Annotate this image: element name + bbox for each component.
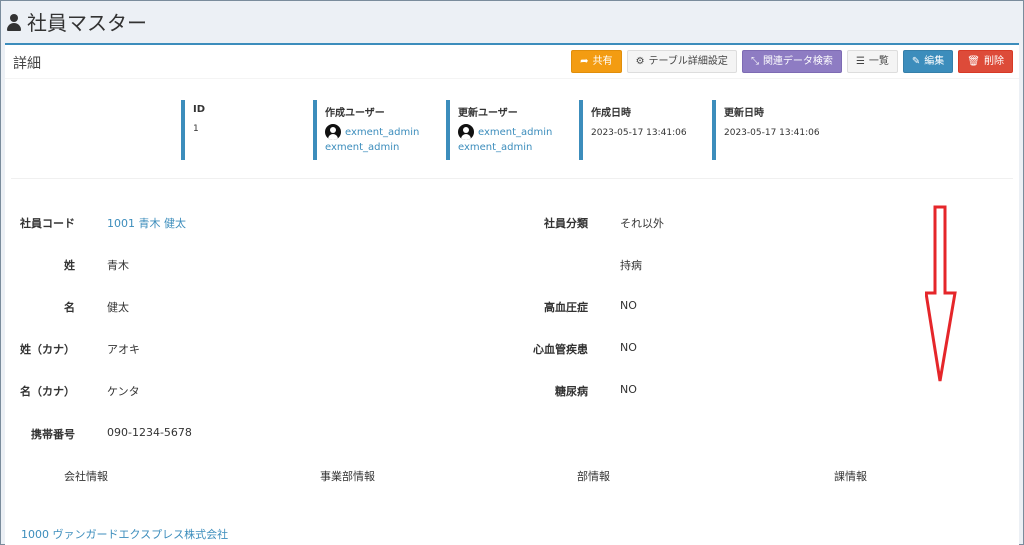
field-value-chronic-disease: 持病 — [620, 259, 642, 272]
company-link[interactable]: 1000 ヴァンガードエクスプレス株式会社 — [21, 526, 228, 542]
avatar-icon — [325, 124, 341, 140]
field-value-employee-code[interactable]: 1001 青木 健太 — [107, 215, 186, 231]
box-title: 詳細 — [13, 56, 41, 72]
field-value-mobile: 090-1234-5678 — [107, 426, 192, 439]
updated-user-sub-link[interactable]: exment_admin — [458, 142, 566, 153]
box-header: 詳細 ➦ 共有 ⚙ テーブル詳細設定 ⤡ 関連データ検索 ☰ 一覧 ✎ 編集 🗑… — [5, 45, 1019, 79]
created-user-link[interactable]: exment_admin — [345, 127, 419, 138]
field-label-employee-category: 社員分類 — [544, 217, 588, 230]
edit-button[interactable]: ✎ 編集 — [902, 50, 954, 73]
field-value-last-name-kana: アオキ — [107, 343, 140, 356]
share-icon: ➦ — [580, 55, 589, 67]
created-user-sub-link[interactable]: exment_admin — [325, 142, 433, 153]
share-button-label: 共有 — [592, 56, 613, 67]
list-icon: ☰ — [855, 55, 865, 67]
meta-id: ID 1 — [181, 100, 301, 160]
field-label-first-name: 名 — [64, 301, 75, 314]
meta-updated-user: 更新ユーザー exment_admin exment_admin — [446, 100, 566, 160]
delete-button[interactable]: 🗑 削除 — [958, 50, 1013, 73]
field-label-employee-code: 社員コード — [20, 217, 75, 230]
delete-button-label: 削除 — [984, 56, 1004, 67]
toolbar: ➦ 共有 ⚙ テーブル詳細設定 ⤡ 関連データ検索 ☰ 一覧 ✎ 編集 🗑 削除 — [571, 50, 1013, 73]
tab-division-info[interactable]: 事業部情報 — [320, 468, 375, 484]
page-title: 社員マスター — [7, 7, 147, 36]
related-search-button-label: 関連データ検索 — [762, 56, 833, 67]
field-value-first-name: 健太 — [107, 301, 129, 314]
list-button[interactable]: ☰ 一覧 — [846, 50, 898, 73]
tab-department-info[interactable]: 部情報 — [577, 468, 610, 484]
table-settings-button-label: テーブル詳細設定 — [648, 56, 728, 67]
related-search-button[interactable]: ⤡ 関連データ検索 — [741, 50, 842, 73]
page-header: 社員マスター — [1, 1, 1022, 43]
meta-id-label: ID — [193, 104, 206, 115]
share-button[interactable]: ➦ 共有 — [571, 50, 622, 73]
tab-section-info[interactable]: 課情報 — [834, 468, 867, 484]
avatar-icon — [458, 124, 474, 140]
meta-created-user: 作成ユーザー exment_admin exment_admin — [313, 100, 433, 160]
field-value-first-name-kana: ケンタ — [107, 385, 140, 398]
gear-icon: ⚙ — [635, 55, 645, 67]
field-label-cardiovascular: 心血管疾患 — [533, 343, 588, 356]
field-label-last-name: 姓 — [64, 259, 75, 272]
meta-id-value: 1 — [193, 124, 199, 134]
table-settings-button[interactable]: ⚙ テーブル詳細設定 — [626, 50, 737, 73]
detail-box: 詳細 ➦ 共有 ⚙ テーブル詳細設定 ⤡ 関連データ検索 ☰ 一覧 ✎ 編集 🗑… — [5, 43, 1019, 545]
scroll-down-arrow-annotation — [925, 205, 957, 382]
meta-updated-user-label: 更新ユーザー — [458, 108, 518, 119]
trash-icon: 🗑 — [967, 55, 980, 67]
updated-user-row[interactable]: exment_admin — [458, 124, 566, 140]
field-label-diabetes: 糖尿病 — [555, 385, 588, 398]
field-label-last-name-kana: 姓（カナ） — [20, 343, 75, 356]
field-value-cardiovascular: NO — [620, 341, 637, 354]
meta-updated-at: 更新日時 2023-05-17 13:41:06 — [712, 100, 832, 160]
field-label-hypertension: 高血圧症 — [544, 301, 588, 314]
meta-updated-at-label: 更新日時 — [724, 108, 764, 119]
field-value-last-name: 青木 — [107, 259, 129, 272]
updated-user-link[interactable]: exment_admin — [478, 127, 552, 138]
list-button-label: 一覧 — [868, 56, 889, 67]
edit-icon: ✎ — [911, 55, 921, 67]
field-label-first-name-kana: 名（カナ） — [20, 385, 75, 398]
page-title-text: 社員マスター — [27, 11, 147, 35]
field-value-diabetes: NO — [620, 383, 637, 396]
field-value-hypertension: NO — [620, 299, 637, 312]
meta-created-user-label: 作成ユーザー — [325, 108, 385, 119]
compress-icon: ⤡ — [750, 55, 759, 67]
meta-updated-at-value: 2023-05-17 13:41:06 — [724, 128, 820, 138]
meta-created-at-value: 2023-05-17 13:41:06 — [591, 128, 687, 138]
divider — [11, 178, 1013, 179]
field-value-employee-category: それ以外 — [620, 217, 664, 230]
edit-button-label: 編集 — [924, 56, 945, 67]
meta-created-at-label: 作成日時 — [591, 108, 631, 119]
field-label-mobile: 携帯番号 — [31, 428, 75, 441]
created-user-row[interactable]: exment_admin — [325, 124, 433, 140]
meta-created-at: 作成日時 2023-05-17 13:41:06 — [579, 100, 699, 160]
tab-company-info[interactable]: 会社情報 — [64, 468, 108, 484]
user-icon — [7, 13, 21, 31]
